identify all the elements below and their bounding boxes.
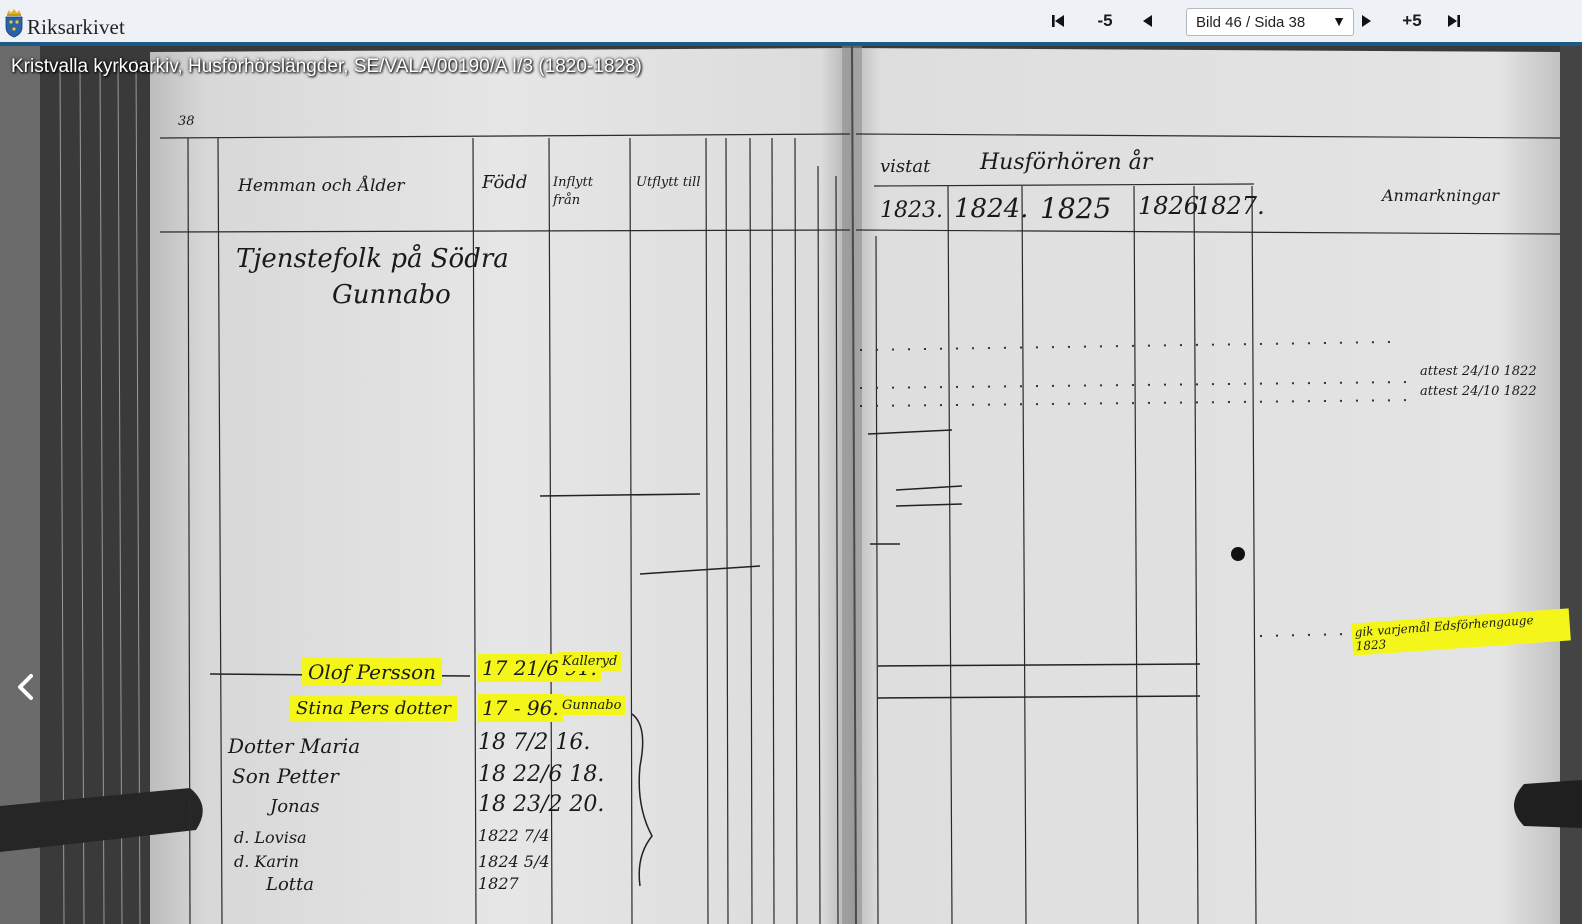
header-fodd: Född bbox=[482, 172, 528, 193]
forward-5-label: +5 bbox=[1402, 11, 1422, 30]
header-inflytt: Inflytt från bbox=[553, 175, 593, 208]
first-page-button[interactable] bbox=[1046, 0, 1070, 42]
header-utflytt: Utflytt till bbox=[636, 175, 701, 190]
crown-crest-icon bbox=[5, 9, 23, 38]
chevron-down-icon: ▼ bbox=[1332, 13, 1346, 29]
row-name: Dotter Maria bbox=[228, 734, 361, 758]
back-5-label: -5 bbox=[1097, 11, 1113, 30]
section-title-2: Gunnabo bbox=[332, 280, 451, 310]
brand-name: Riksarkivet bbox=[27, 14, 125, 39]
row-from: Kalleryd bbox=[558, 652, 622, 671]
header-husforhoren: Husförhören år bbox=[980, 150, 1153, 175]
page-select-value: Bild 46 / Sida 38 bbox=[1196, 14, 1306, 31]
previous-image-button[interactable] bbox=[14, 672, 38, 702]
skip-to-last-icon bbox=[1448, 15, 1460, 27]
row-name: Olof Persson bbox=[302, 658, 442, 686]
top-toolbar: Riksarkivet -5 Bild 46 / Sida 38 ▼ +5 bbox=[0, 0, 1582, 46]
previous-icon bbox=[1143, 15, 1152, 27]
next-page-button[interactable] bbox=[1356, 0, 1378, 42]
chevron-left-icon bbox=[18, 674, 33, 700]
page-number: 38 bbox=[178, 114, 195, 129]
row-born: 1822 7/4 bbox=[478, 826, 550, 845]
header-year-5: 1827. bbox=[1196, 192, 1265, 220]
riksarkivet-logo[interactable]: Riksarkivet bbox=[4, 6, 125, 40]
header-hemman: Hemman och Ålder bbox=[238, 176, 405, 196]
header-vistat: vistat bbox=[880, 156, 931, 177]
previous-page-button[interactable] bbox=[1136, 0, 1158, 42]
row-name: d. Lovisa bbox=[234, 828, 307, 847]
row-name: Lotta bbox=[266, 874, 314, 895]
row-name: Stina Pers dotter bbox=[290, 696, 457, 721]
row-name: Jonas bbox=[270, 796, 320, 817]
row-born: 17 - 96. bbox=[478, 694, 563, 722]
row-born: 1827 bbox=[478, 874, 519, 893]
page-select[interactable]: Bild 46 / Sida 38 ▼ bbox=[1186, 8, 1354, 36]
header-year-2: 1824. bbox=[954, 194, 1029, 224]
header-year-3: 1825 bbox=[1040, 192, 1112, 225]
section-title-1: Tjenstefolk på Södra bbox=[236, 244, 509, 274]
row-born: 18 23/2 20. bbox=[478, 792, 605, 817]
header-anmarkningar: Anmarkningar bbox=[1382, 186, 1500, 205]
skip-to-first-icon bbox=[1052, 15, 1064, 27]
row-born: 18 7/2 16. bbox=[478, 730, 591, 755]
row-born: 18 22/6 18. bbox=[478, 762, 605, 787]
forward-5-button[interactable]: +5 bbox=[1398, 0, 1426, 42]
note-attest-1: attest 24/10 1822 bbox=[1420, 364, 1537, 379]
row-from: Gunnabo bbox=[558, 696, 626, 715]
document-viewer[interactable]: 38 Hemman och Ålder Född Inflytt från Ut… bbox=[0, 46, 1582, 924]
row-name: d. Karin bbox=[234, 852, 299, 871]
note-attest-2: attest 24/10 1822 bbox=[1420, 384, 1537, 399]
row-born: 1824 5/4 bbox=[478, 852, 550, 871]
row-name: Son Petter bbox=[232, 764, 339, 788]
last-page-button[interactable] bbox=[1442, 0, 1466, 42]
document-title: Kristvalla kyrkoarkiv, Husförhörslängder… bbox=[11, 56, 642, 77]
header-year-1: 1823. bbox=[880, 198, 943, 223]
back-5-button[interactable]: -5 bbox=[1091, 0, 1119, 42]
next-icon bbox=[1362, 15, 1371, 27]
